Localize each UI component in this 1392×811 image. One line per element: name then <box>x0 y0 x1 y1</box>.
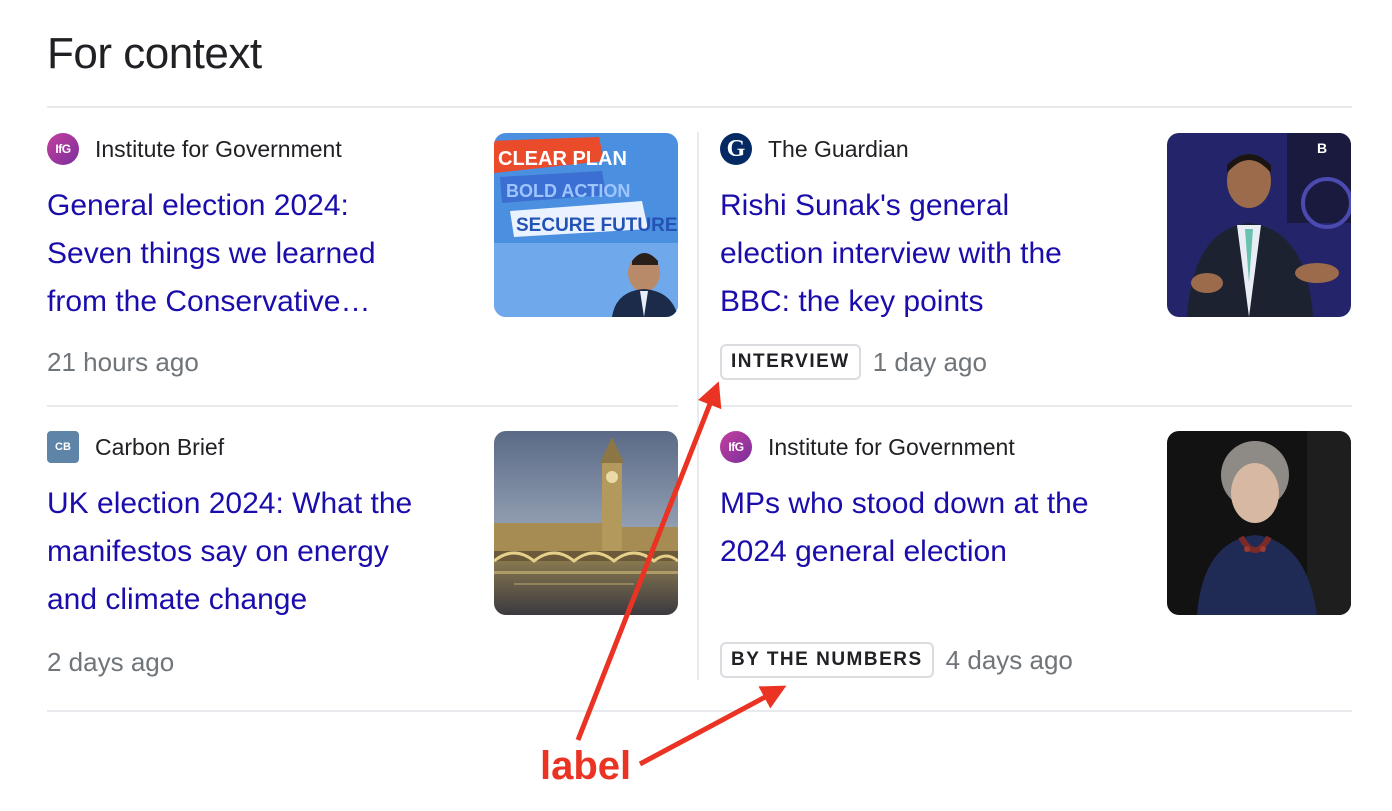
row-divider-right <box>720 405 1352 407</box>
title-line: Seven things we learned <box>47 237 376 270</box>
svg-text:SECURE FUTURE: SECURE FUTURE <box>516 215 678 236</box>
title-line: MPs who stood down at the <box>720 487 1089 520</box>
timestamp: 21 hours ago <box>47 347 199 377</box>
svg-text:BOLD ACTION: BOLD ACTION <box>506 181 630 201</box>
article-title-link[interactable]: UK election 2024: What the manifestos sa… <box>47 480 412 624</box>
svg-text:CLEAR PLAN: CLEAR PLAN <box>498 148 627 170</box>
source-name: Carbon Brief <box>95 433 225 460</box>
article-card[interactable]: G The Guardian Rishi Sunak's general ele… <box>720 132 1352 392</box>
article-title-link[interactable]: General election 2024: Seven things we l… <box>47 182 376 326</box>
article-label-badge: INTERVIEW <box>720 344 861 380</box>
campaign-rally-image[interactable]: CLEAR PLAN BOLD ACTION SECURE FUTURE <box>494 133 678 317</box>
top-divider <box>47 106 1352 108</box>
interview-portrait-image[interactable]: B <box>1167 133 1351 317</box>
ifg-logo-icon: IfG <box>47 133 79 165</box>
section-heading: For context <box>47 29 262 78</box>
timestamp: 1 day ago <box>872 346 987 377</box>
source-row: G The Guardian <box>720 132 909 166</box>
article-meta: BY THE NUMBERS 4 days ago <box>720 642 1073 678</box>
source-name: Institute for Government <box>95 135 342 162</box>
title-line: BBC: the key points <box>720 285 984 318</box>
timestamp: 4 days ago <box>945 644 1073 675</box>
title-line: 2024 general election <box>720 535 1007 568</box>
carbon-brief-logo-icon: CB <box>47 431 79 463</box>
source-name: Institute for Government <box>768 433 1015 460</box>
article-meta: INTERVIEW 1 day ago <box>720 344 987 380</box>
title-line: UK election 2024: What the <box>47 487 413 520</box>
source-row: CB Carbon Brief <box>47 430 224 464</box>
title-line: Rishi Sunak's general <box>720 189 1010 222</box>
article-card[interactable]: IfG Institute for Government MPs who sto… <box>720 430 1352 690</box>
source-name: The Guardian <box>768 135 909 162</box>
guardian-logo-icon: G <box>720 133 752 165</box>
article-title-link[interactable]: Rishi Sunak's general election interview… <box>720 182 1062 326</box>
title-line: manifestos say on energy <box>47 535 389 568</box>
row-divider-left <box>47 405 678 407</box>
article-label-badge: BY THE NUMBERS <box>720 642 934 678</box>
annotation-label: label <box>540 744 632 788</box>
westminster-image[interactable] <box>494 431 678 615</box>
ifg-logo-icon: IfG <box>720 431 752 463</box>
article-meta: 2 days ago <box>47 647 174 678</box>
source-row: IfG Institute for Government <box>47 132 342 166</box>
title-line: election interview with the <box>720 237 1062 270</box>
article-title-link[interactable]: MPs who stood down at the 2024 general e… <box>720 480 1089 576</box>
bottom-divider <box>47 710 1352 712</box>
title-line: General election 2024: <box>47 189 349 222</box>
title-line: from the Conservative… <box>47 285 371 318</box>
timestamp: 2 days ago <box>47 647 175 677</box>
article-card[interactable]: CB Carbon Brief UK election 2024: What t… <box>47 430 678 690</box>
article-card[interactable]: IfG Institute for Government General ele… <box>47 132 678 392</box>
column-divider <box>697 132 699 680</box>
annotation-arrow <box>638 685 787 767</box>
article-meta: 21 hours ago <box>47 347 199 378</box>
title-line: and climate change <box>47 583 308 616</box>
svg-text:B: B <box>1317 140 1327 156</box>
source-row: IfG Institute for Government <box>720 430 1015 464</box>
speaker-portrait-image[interactable] <box>1167 431 1351 615</box>
